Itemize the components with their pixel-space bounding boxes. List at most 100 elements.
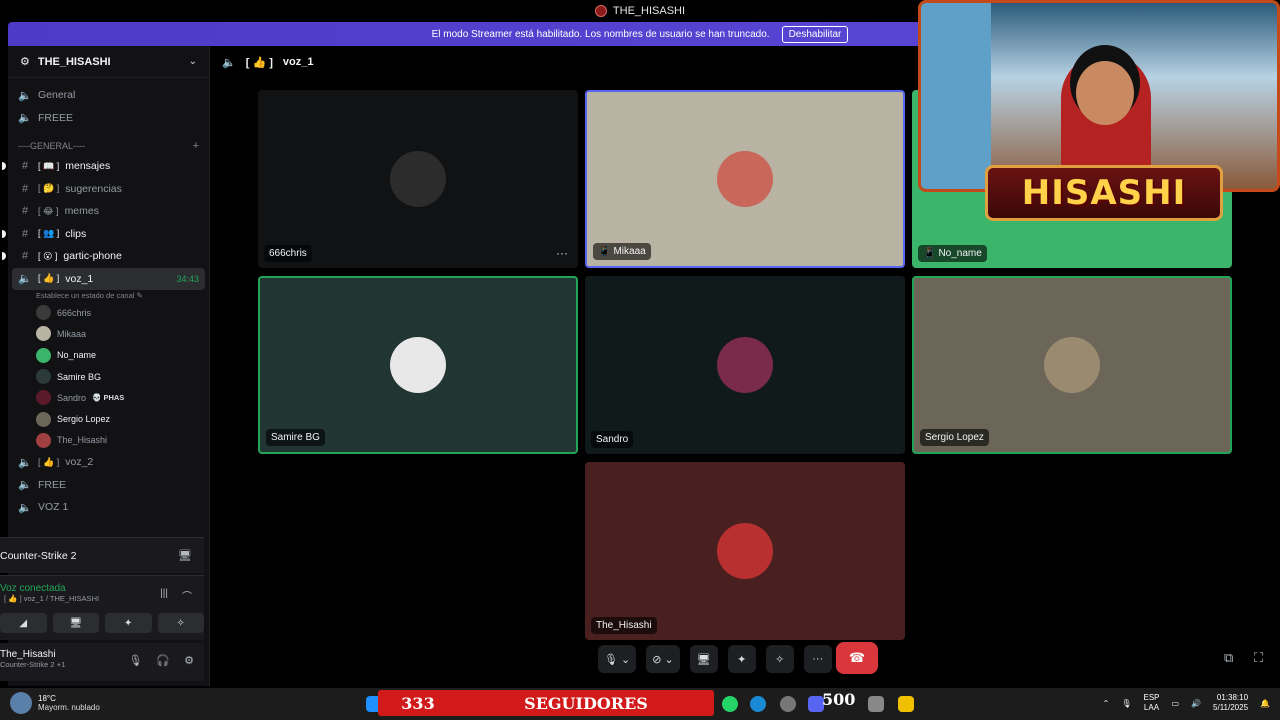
activities-button[interactable]: ✦ (727, 645, 756, 673)
soundboard-button[interactable]: ✧ (765, 645, 794, 673)
channel-label: memes (64, 205, 99, 218)
channel-free[interactable]: 🔈 FREE (8, 474, 209, 497)
chevron-down-icon: ⌄ (188, 56, 197, 67)
add-channel-icon[interactable]: + (193, 140, 199, 152)
language-indicator[interactable]: ESP LAA (1143, 693, 1159, 713)
fullscreen-icon[interactable]: ⛶ (1254, 650, 1263, 666)
clock[interactable]: 01:38:10 5/11/2025 (1213, 693, 1248, 713)
activity-name: Counter-Strike 2 (0, 549, 77, 562)
settings-gear-icon[interactable]: ⚙ (184, 654, 194, 667)
video-tile[interactable]: The_Hisashi (585, 462, 905, 640)
follower-goal: 500 (822, 690, 856, 709)
channel-voz-1[interactable]: 🔈 VOZ 1 (8, 496, 209, 519)
chatgpt-icon[interactable] (780, 696, 796, 712)
channel-label: General (38, 89, 76, 102)
video-tile[interactable]: Sergio Lopez (912, 276, 1232, 454)
avatar (36, 432, 51, 448)
channel-label: sugerencias (65, 182, 122, 195)
system-tray: ⌃ 🎙 ESP LAA ▭ 🔊 01:38:10 5/11/2025 🔔 (1103, 693, 1270, 713)
weather-widget[interactable]: 18°C Mayorm. nublado (10, 692, 100, 714)
activities-button[interactable]: ✦ (105, 613, 152, 633)
channel-memes[interactable]: # [ 😂 ] memes (8, 200, 209, 223)
header-emoji: [ 👍 ] (245, 56, 273, 69)
voice-member[interactable]: 666chris (8, 302, 209, 323)
channel-clips[interactable]: # [ 👥 ] clips (2, 223, 209, 246)
channel-emoji: [ 😂 ] (38, 205, 59, 216)
more-options-icon[interactable]: ··· (556, 246, 568, 260)
tile-name-label: 📱 No_name (918, 245, 987, 262)
edge-icon[interactable] (750, 696, 766, 712)
unread-indicator (2, 252, 6, 261)
video-tile[interactable]: 📱 Mikaaa (585, 90, 905, 268)
chevron-up-icon[interactable]: ⌃ (1103, 699, 1110, 708)
voice-member[interactable]: No_name (8, 345, 209, 366)
server-header[interactable]: ⚙ THE_HISASHI ⌄ (8, 46, 209, 78)
hang-up-button[interactable]: ☎ (836, 642, 878, 674)
speaker-icon: 🔈 (222, 56, 236, 69)
mobile-icon: 📱 (598, 246, 611, 257)
follower-goal-bar: 333 SEGUIDORES (378, 690, 714, 716)
screen-share-icon[interactable]: 🖥 (178, 549, 192, 562)
microphone-icon[interactable]: 🎙 (128, 654, 142, 667)
share-screen-button[interactable]: 🖥 (689, 645, 718, 673)
streamer-head (1076, 61, 1134, 125)
channel-label: gartic-phone (63, 250, 122, 263)
notification-icon[interactable]: 🔔 (1260, 699, 1270, 708)
tile-name-label: The_Hisashi (591, 617, 657, 634)
avatar (390, 151, 446, 207)
voice-member[interactable]: Mikaaa (8, 323, 209, 344)
hash-icon: # (21, 182, 29, 195)
disable-streamer-button[interactable]: Deshabilitar (781, 25, 849, 43)
whatsapp-icon[interactable] (722, 696, 738, 712)
soundboard-button[interactable]: ✧ (157, 613, 204, 633)
channel-general[interactable]: 🔈 General (8, 84, 209, 107)
voice-member[interactable]: The_Hisashi (8, 430, 209, 451)
avatar (36, 305, 51, 321)
tile-name-label: Sandro (591, 431, 634, 448)
channel-status[interactable]: Establece un estado de canal ✎ (8, 290, 209, 302)
volume-icon[interactable]: 🔊 (1191, 699, 1201, 708)
video-tile[interactable]: 666chris ··· (258, 90, 578, 268)
channel-label: VOZ 1 (38, 501, 69, 514)
notes-icon[interactable] (898, 696, 914, 712)
channel-freee[interactable]: 🔈 FREEE (8, 107, 209, 130)
voice-member[interactable]: Sandro 💀 PHAS (8, 387, 209, 408)
avatar (717, 523, 773, 579)
noise-suppression-icon[interactable]: ||| (160, 588, 168, 603)
window-title: THE_HISASHI (612, 5, 686, 17)
pop-out-icon[interactable]: ⧉ (1224, 650, 1233, 666)
video-tile[interactable]: Samire BG (258, 276, 578, 454)
speaker-icon: 🔈 (18, 456, 32, 469)
channel-label: voz_1 (65, 272, 94, 285)
channel-voz_2[interactable]: 🔈 [ 👍 ] voz_2 (8, 451, 209, 474)
channel-label: clips (65, 227, 87, 240)
member-name: The_Hisashi (57, 435, 108, 446)
tile-name-label: Sergio Lopez (920, 429, 989, 446)
avatar (717, 151, 773, 207)
server-logo-icon (594, 5, 607, 17)
disconnect-icon[interactable]: ⌒ (182, 588, 192, 603)
mute-button[interactable]: 🎙 ⌄ (598, 645, 637, 673)
voice-member[interactable]: Samire BG (8, 366, 209, 387)
category-general[interactable]: ----GENERAL---- + (8, 137, 209, 155)
member-name: Sandro (57, 392, 87, 403)
video-tile[interactable]: Sandro (585, 276, 905, 454)
network-icon[interactable]: ▭ (1172, 699, 1180, 708)
channel-voz-1[interactable]: 🔈 [ 👍 ] voz_1 34:43 (12, 267, 205, 290)
more-options-button[interactable]: ··· (803, 645, 832, 673)
microphone-tray-icon[interactable]: 🎙 (1121, 699, 1131, 708)
channel-gartic-phone[interactable]: # [ 😮 ] gartic-phone (2, 245, 209, 268)
channel-mensajes[interactable]: # [ 📖 ] mensajes (2, 155, 209, 178)
voice-member[interactable]: Sergio Lopez (8, 408, 209, 429)
category-label: ----GENERAL---- (18, 141, 85, 151)
app-icon[interactable] (868, 696, 884, 712)
headphones-icon[interactable]: 🎧 (156, 654, 170, 667)
screen-share-button[interactable]: 🖥 (52, 613, 99, 633)
weather-icon (10, 692, 32, 714)
hash-icon: # (21, 227, 29, 240)
channel-sugerencias[interactable]: # [ 🤔 ] sugerencias (8, 178, 209, 201)
server-gear-icon: ⚙ (20, 56, 30, 68)
camera-toggle-button[interactable]: ⊘ ⌄ (646, 645, 680, 673)
camera-button[interactable]: ◢ (0, 613, 47, 633)
speaker-icon: 🔈 (18, 501, 32, 514)
